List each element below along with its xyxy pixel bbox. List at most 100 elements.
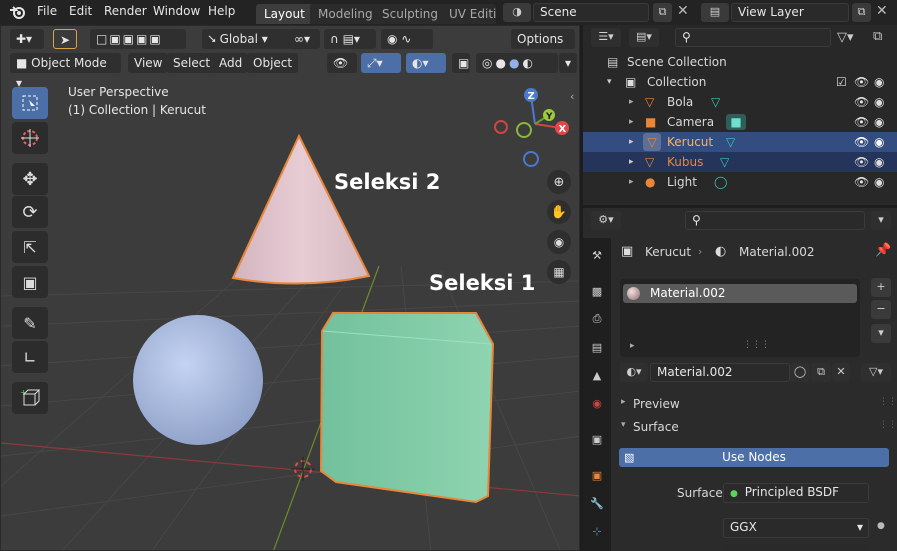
output-tab-icon[interactable]: ⎙	[586, 308, 608, 330]
menu-view[interactable]: View	[128, 53, 169, 73]
cone-object-kerucut[interactable]	[231, 133, 371, 285]
view-layer-icon[interactable]: ▤	[701, 3, 729, 22]
add-material-slot-button[interactable]: +	[871, 278, 891, 297]
selection-mode-icons[interactable]: □▣▣▣▣	[90, 29, 186, 49]
collection-visibility-icon[interactable]: 👁	[854, 72, 869, 92]
duplicate-material-icon[interactable]: ⧉	[811, 363, 831, 382]
select-box-tool-icon[interactable]	[12, 87, 48, 119]
outliner-row-camera[interactable]: ▸ ■ Camera ■ 👁 ◉	[583, 112, 897, 132]
close-view-layer-icon[interactable]: ✕	[876, 3, 890, 19]
outliner-row-kerucut[interactable]: ▸ ▽ Kerucut ▽ 👁 ◉	[583, 132, 897, 152]
outliner-row-light[interactable]: ▸ ● Light ◯ 👁 ◉	[583, 172, 897, 192]
material-slot-item[interactable]: Material.002	[623, 284, 857, 303]
list-expand-icon[interactable]: ▸	[630, 341, 635, 351]
menu-file[interactable]: File	[37, 4, 57, 18]
render-tab-icon[interactable]: ▩	[586, 280, 608, 302]
menu-window[interactable]: Window	[153, 4, 200, 18]
menu-select[interactable]: Select	[167, 53, 217, 73]
editor-type-icon[interactable]: ☰▾	[591, 28, 621, 47]
measure-tool-icon[interactable]: ∟	[12, 341, 48, 373]
shading-mode-icons[interactable]: ◎●●◐	[476, 53, 558, 73]
navigation-gizmo[interactable]: Z Y X	[489, 84, 575, 170]
render-camera-icon[interactable]: ◉	[874, 92, 884, 112]
overlay-toggle-icon[interactable]: ◐▾	[406, 53, 446, 73]
sphere-object-bola[interactable]	[133, 315, 263, 445]
world-tab-icon[interactable]: ◉	[586, 392, 608, 414]
collection-tab-icon[interactable]: ▣	[586, 428, 608, 450]
visibility-eye-icon[interactable]: 👁	[327, 53, 357, 73]
object-mode-dropdown[interactable]: ■ Object Mode ▾	[10, 53, 121, 90]
move-tool-icon[interactable]: ✥	[12, 163, 48, 195]
cube-object-kubus[interactable]	[319, 312, 495, 504]
annotate-tool-icon[interactable]: ✎	[12, 307, 48, 339]
collection-render-icon[interactable]: ◉	[874, 72, 884, 92]
ortho-grid-icon[interactable]: ▦	[547, 260, 571, 284]
visibility-eye-icon[interactable]: 👁	[854, 132, 869, 152]
visibility-eye-icon[interactable]: 👁	[854, 172, 869, 192]
properties-editor-type-icon[interactable]: ⚙▾	[591, 211, 621, 230]
proportional-edit-icon[interactable]: ◉ ∿	[381, 29, 433, 49]
expand-icon[interactable]: ▸	[629, 152, 634, 172]
pin-icon[interactable]: 📌	[875, 243, 891, 258]
drag-handle-icon[interactable]: ⋮⋮	[879, 420, 897, 430]
tab-modeling[interactable]: Modeling	[310, 4, 381, 24]
surface-panel-header[interactable]: ▾ Surface ⋮⋮	[611, 417, 897, 438]
render-camera-icon[interactable]: ◉	[874, 172, 884, 192]
surface-shader-field[interactable]: ● Principled BSDF	[723, 483, 869, 503]
zoom-icon[interactable]: ⊕	[547, 170, 571, 194]
rotate-tool-icon[interactable]: ⟳	[12, 196, 48, 228]
visibility-eye-icon[interactable]: 👁	[854, 152, 869, 172]
options-dropdown[interactable]: Options ▾	[511, 29, 575, 66]
visibility-eye-icon[interactable]: 👁	[854, 92, 869, 112]
material-name-field[interactable]: Material.002	[650, 363, 790, 382]
3d-viewport[interactable]: ✚▾ ➤ □▣▣▣▣ ⭨ Global ▾ ∞▾ ∩ ▤▾ ◉ ∿ Option…	[0, 25, 580, 551]
filter-icon[interactable]: ▽▾	[837, 30, 854, 45]
expand-icon[interactable]: ▸	[629, 132, 634, 152]
camera-view-icon[interactable]: ◉	[547, 230, 571, 254]
menu-edit[interactable]: Edit	[69, 4, 92, 18]
visibility-eye-icon[interactable]: 👁	[854, 112, 869, 132]
distribution-dropdown[interactable]: GGX ▾	[723, 518, 869, 538]
pivot-point-icon[interactable]: ∞▾	[288, 29, 320, 49]
fake-user-shield-icon[interactable]: ◯	[790, 363, 810, 382]
keyframe-dot-icon[interactable]: ●	[877, 521, 885, 531]
expand-icon[interactable]: ▸	[629, 172, 634, 192]
preview-panel-header[interactable]: ▸ Preview ⋮⋮	[611, 394, 897, 415]
outliner-row-bola[interactable]: ▸ ▽ Bola ▽ 👁 ◉	[583, 92, 897, 112]
expand-collection-icon[interactable]: ▾	[607, 72, 612, 92]
modifier-tab-icon[interactable]: 🔧	[586, 492, 608, 514]
material-specials-icon[interactable]: ▾	[871, 324, 891, 343]
collection-checkbox-icon[interactable]: ☑	[836, 72, 847, 92]
display-mode-icon[interactable]: ▤▾	[629, 28, 659, 47]
transform-pivot-icon[interactable]: ✚▾	[10, 29, 44, 49]
scene-tab-icon[interactable]: ▲	[586, 364, 608, 386]
menu-help[interactable]: Help	[208, 4, 235, 18]
outliner-search-input[interactable]: ⚲	[675, 28, 831, 47]
scale-tool-icon[interactable]: ⇱	[12, 231, 48, 263]
cursor-tool-icon[interactable]	[12, 122, 48, 154]
expand-icon[interactable]: ▸	[629, 112, 634, 132]
outliner-scene-collection[interactable]: ▤ Scene Collection	[583, 52, 897, 72]
next-field-partial[interactable]	[723, 545, 869, 551]
shading-dropdown-icon[interactable]: ▾	[559, 53, 577, 73]
new-scene-icon[interactable]: ⧉	[653, 3, 672, 22]
use-nodes-button[interactable]: ▧ Use Nodes	[619, 448, 889, 467]
remove-material-slot-button[interactable]: −	[871, 300, 891, 319]
outliner-row-kubus[interactable]: ▸ ▽ Kubus ▽ 👁 ◉	[583, 152, 897, 172]
3d-cursor-icon[interactable]	[291, 457, 315, 481]
new-collection-icon[interactable]: ⧉	[873, 29, 882, 44]
new-view-layer-icon[interactable]: ⧉	[852, 3, 871, 22]
scene-name-field[interactable]: Scene	[533, 3, 649, 22]
tab-layout[interactable]: Layout	[256, 4, 313, 24]
snap-magnet-icon[interactable]: ∩ ▤▾	[324, 29, 376, 49]
orientation-dropdown[interactable]: ⭨ Global ▾	[202, 29, 290, 49]
menu-render[interactable]: Render	[104, 4, 147, 18]
add-cube-tool-icon[interactable]: +	[12, 382, 48, 414]
properties-search-input[interactable]: ⚲	[685, 211, 865, 230]
view-layer-field[interactable]: View Layer	[731, 3, 849, 22]
unlink-material-icon[interactable]: ✕	[832, 363, 850, 382]
pan-hand-icon[interactable]: ✋	[547, 200, 571, 224]
expand-icon[interactable]: ▸	[629, 92, 634, 112]
select-tool-toggle-icon[interactable]: ➤	[53, 29, 77, 49]
render-camera-icon[interactable]: ◉	[874, 112, 884, 132]
